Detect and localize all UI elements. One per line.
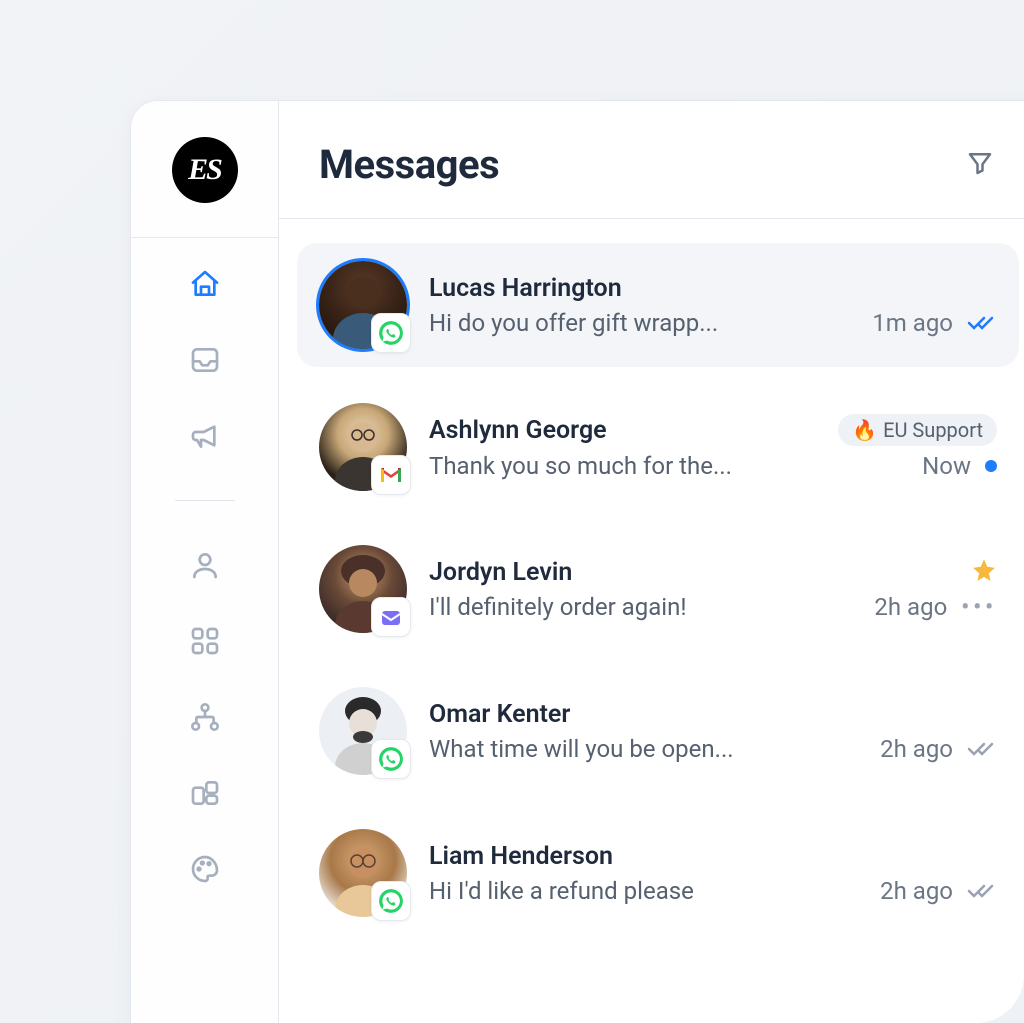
front-icon	[371, 597, 411, 637]
conversation-tag: 🔥 EU Support	[838, 414, 997, 446]
blocks-icon	[189, 777, 221, 809]
unread-indicator	[985, 460, 997, 472]
conversation-item[interactable]: Jordyn Levin I'll definitely order again…	[297, 527, 1019, 651]
header: Messages	[279, 101, 1024, 219]
nav-org[interactable]	[187, 699, 223, 735]
page-title: Messages	[319, 141, 499, 188]
conversation-time: 2h ago	[880, 735, 953, 763]
fire-icon: 🔥	[852, 418, 877, 442]
whatsapp-icon	[371, 313, 411, 353]
conversation-name: Jordyn Levin	[429, 558, 572, 587]
avatar	[319, 403, 407, 491]
home-icon	[189, 268, 221, 300]
sidebar: ES	[131, 101, 279, 1023]
nav-apps[interactable]	[187, 623, 223, 659]
conversation-item[interactable]: Ashlynn George 🔥 EU Support Thank you so…	[297, 385, 1019, 509]
hierarchy-icon	[189, 701, 221, 733]
filter-icon	[965, 148, 995, 178]
filter-button[interactable]	[965, 148, 995, 182]
nav-inbox[interactable]	[187, 342, 223, 378]
whatsapp-icon	[371, 881, 411, 921]
conversation-time: 2h ago	[880, 877, 953, 905]
conversation-preview: Hi do you offer gift wrapp...	[429, 309, 718, 337]
conversation-item[interactable]: Lucas Harrington Hi do you offer gift wr…	[297, 243, 1019, 367]
avatar	[319, 545, 407, 633]
nav-appearance[interactable]	[187, 851, 223, 887]
conversation-item[interactable]: Omar Kenter What time will you be open..…	[297, 669, 1019, 793]
conversation-preview: Hi I'd like a refund please	[429, 877, 694, 905]
brand-logo[interactable]: ES	[172, 137, 238, 203]
avatar	[319, 829, 407, 917]
avatar	[319, 261, 407, 349]
conversation-time: 1m ago	[872, 309, 953, 337]
app-window: ES	[130, 100, 1024, 1023]
conversation-time: Now	[922, 452, 971, 480]
avatar	[319, 687, 407, 775]
conversation-name: Omar Kenter	[429, 700, 570, 729]
user-icon	[189, 549, 221, 581]
conversation-name: Ashlynn George	[429, 416, 607, 445]
star-icon[interactable]	[971, 557, 997, 587]
nav-blocks[interactable]	[187, 775, 223, 811]
grid-icon	[189, 625, 221, 657]
conversation-item[interactable]: Liam Henderson Hi I'd like a refund plea…	[297, 811, 1019, 935]
nav-home[interactable]	[187, 266, 223, 302]
palette-icon	[189, 853, 221, 885]
whatsapp-icon	[371, 739, 411, 779]
megaphone-icon	[189, 420, 221, 452]
inbox-icon	[189, 344, 221, 376]
more-icon[interactable]: •••	[961, 595, 997, 620]
conversation-preview: What time will you be open...	[429, 735, 734, 763]
main-panel: Messages Lucas Harrington	[279, 101, 1024, 1023]
conversation-time: 2h ago	[874, 593, 947, 621]
nav-contacts[interactable]	[187, 547, 223, 583]
conversation-list: Lucas Harrington Hi do you offer gift wr…	[279, 219, 1024, 935]
read-receipt-icon	[967, 881, 997, 901]
read-receipt-icon	[967, 313, 997, 333]
nav-campaigns[interactable]	[187, 418, 223, 454]
gmail-icon	[371, 455, 411, 495]
conversation-preview: Thank you so much for the...	[429, 452, 732, 480]
conversation-name: Liam Henderson	[429, 842, 613, 871]
conversation-preview: I'll definitely order again!	[429, 593, 687, 621]
conversation-name: Lucas Harrington	[429, 274, 622, 303]
read-receipt-icon	[967, 739, 997, 759]
